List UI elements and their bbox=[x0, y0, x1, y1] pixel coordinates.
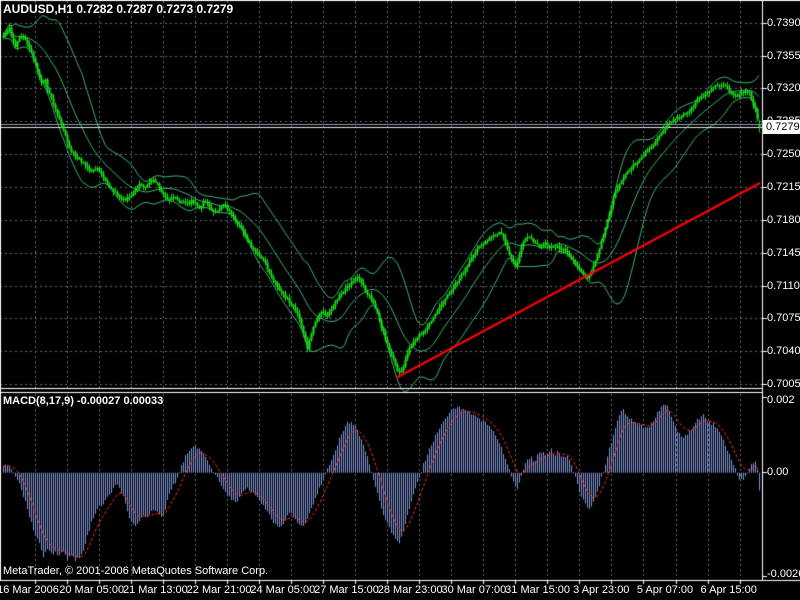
chart-window: AUDUSD,H1 0.7282 0.7287 0.7273 0.7279 MA… bbox=[0, 0, 800, 600]
price-axis-label: 0.7145 bbox=[767, 246, 800, 259]
price-axis-label: 0.7180 bbox=[767, 213, 800, 226]
price-axis-label: 0.7040 bbox=[767, 345, 800, 358]
price-axis-label: 0.7215 bbox=[767, 181, 800, 193]
price-axis-label: 0.7320 bbox=[767, 82, 800, 95]
price-axis-label: 0.7250 bbox=[767, 148, 800, 161]
macd-axis-label: 0.00 bbox=[767, 466, 789, 478]
price-axis-label: 0.7355 bbox=[767, 49, 800, 62]
price-axis-label: 0.7390 bbox=[767, 16, 800, 29]
macd-axis-label: -0.00269 bbox=[767, 568, 800, 580]
price-axis-label: 0.7075 bbox=[767, 312, 800, 325]
current-price-box: 0.7279 bbox=[763, 120, 800, 134]
price-chart-canvas[interactable] bbox=[0, 0, 800, 600]
macd-axis-label: 0.002 bbox=[767, 394, 795, 406]
time-axis-label: 6 Apr 15:00 bbox=[700, 584, 757, 596]
price-axis-label: 0.7005 bbox=[767, 378, 800, 391]
price-axis-label: 0.7110 bbox=[767, 279, 800, 292]
